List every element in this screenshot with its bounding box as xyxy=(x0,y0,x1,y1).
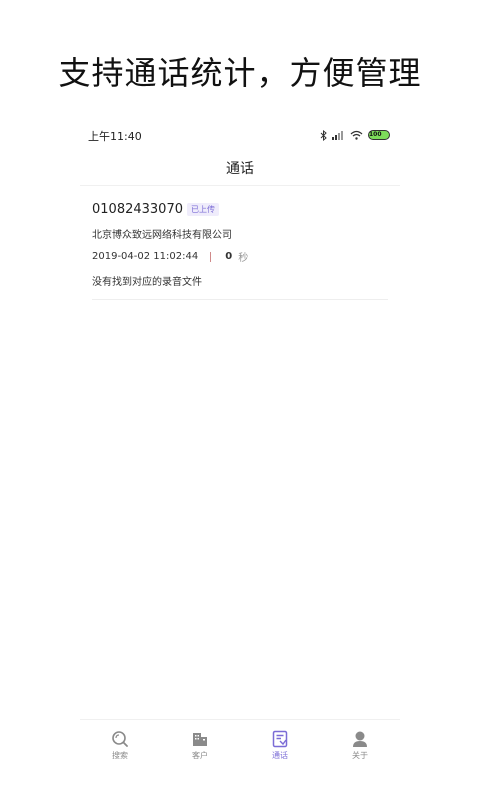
wifi-icon xyxy=(350,130,363,140)
tab-customers[interactable]: 客户 xyxy=(160,720,240,769)
tab-label: 通话 xyxy=(272,751,288,760)
status-time: 上午11:40 xyxy=(88,130,142,143)
tab-bar: 搜索 客户 通话 关于 xyxy=(80,719,400,769)
call-record[interactable]: 01082433070 已上传 北京博众致远网络科技有限公司 2019-04-0… xyxy=(92,200,388,300)
record-header: 01082433070 已上传 xyxy=(92,200,388,218)
tab-search[interactable]: 搜索 xyxy=(80,720,160,769)
status-bar: 上午11:40 100 xyxy=(80,120,400,150)
status-icons: 100 xyxy=(320,128,390,142)
bluetooth-icon xyxy=(320,129,327,141)
record-meta: 2019-04-02 11:02:44 0 秒 xyxy=(92,249,388,264)
nav-bar: 通话 xyxy=(80,150,400,186)
search-icon xyxy=(111,729,129,749)
building-icon xyxy=(191,729,209,749)
meta-separator xyxy=(210,251,212,262)
signal-icon xyxy=(332,130,345,140)
tab-label: 客户 xyxy=(192,751,208,760)
phone-number: 01082433070 xyxy=(92,201,183,217)
call-duration: 0 xyxy=(225,251,233,262)
promo-headline: 支持通话统计，方便管理 xyxy=(58,54,422,92)
recording-note: 没有找到对应的录音文件 xyxy=(92,277,202,288)
tab-label: 搜索 xyxy=(112,751,128,760)
tab-about[interactable]: 关于 xyxy=(320,720,400,769)
duration-unit: 秒 xyxy=(238,253,249,264)
person-icon xyxy=(351,729,369,749)
call-datetime: 2019-04-02 11:02:44 xyxy=(92,251,199,262)
page-title: 通话 xyxy=(226,161,254,177)
call-log-icon xyxy=(271,729,289,749)
battery-icon: 100 xyxy=(368,130,390,140)
tab-label: 关于 xyxy=(352,751,368,760)
status-badge: 已上传 xyxy=(186,202,219,216)
company-name: 北京博众致远网络科技有限公司 xyxy=(92,230,232,241)
tab-calls[interactable]: 通话 xyxy=(240,720,320,769)
phone-screen: 上午11:40 100 通话 01082433070 已上传 北京博众致远网络科… xyxy=(80,120,400,800)
